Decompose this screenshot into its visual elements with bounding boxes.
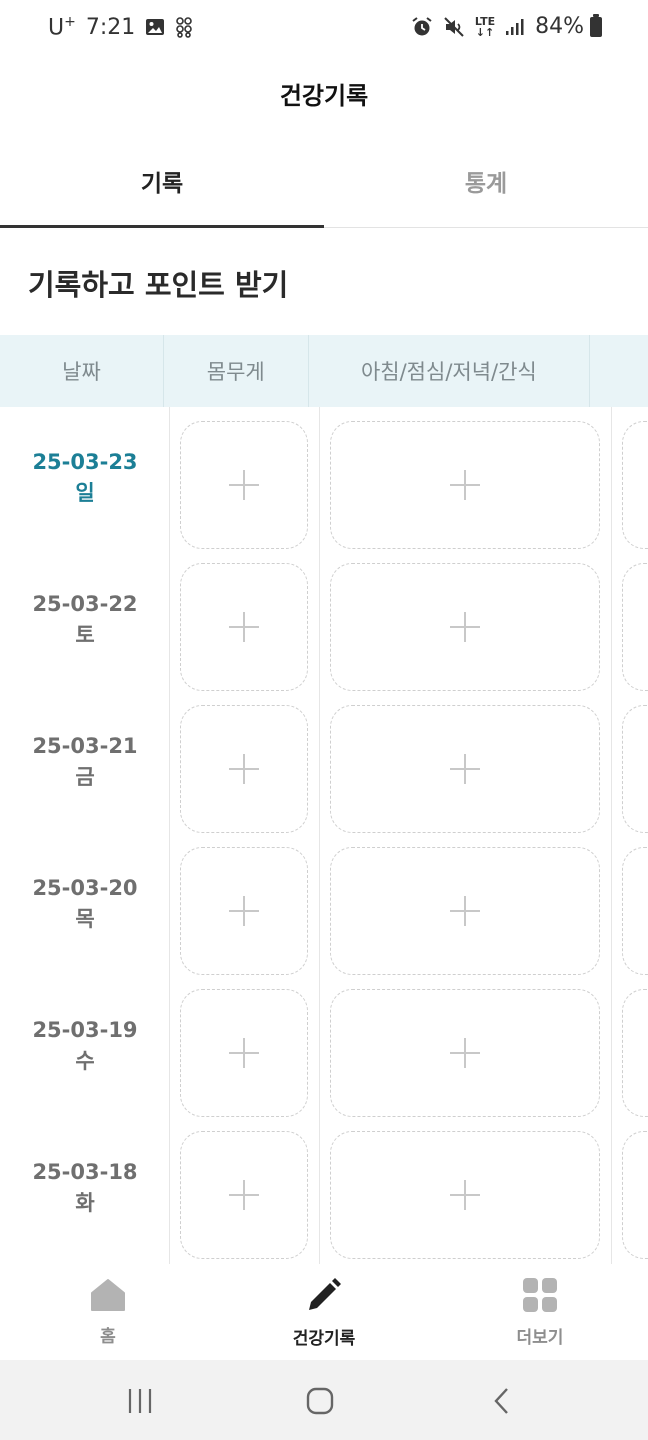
add-meal-button[interactable] <box>330 421 600 549</box>
add-weight-button[interactable] <box>180 421 308 549</box>
battery-icon <box>590 13 602 37</box>
date-cell: 25-03-18 화 <box>0 1117 170 1259</box>
weekday-label: 일 <box>75 481 95 505</box>
system-navigation-bar <box>0 1360 648 1440</box>
date-label: 25-03-20 <box>32 876 138 900</box>
record-table: 날짜 몸무게 아침/점심/저녁/간식 25-03-23 일 25-03-22 토 <box>0 335 648 1265</box>
date-cell: 25-03-19 수 <box>0 975 170 1117</box>
add-meal-button[interactable] <box>330 563 600 691</box>
home-icon <box>90 1278 126 1316</box>
recent-apps-button[interactable] <box>120 1386 160 1416</box>
weekday-label: 화 <box>75 1191 95 1215</box>
nav-more[interactable]: 더보기 <box>432 1264 648 1360</box>
add-extra-button[interactable] <box>622 989 648 1117</box>
status-left: U+ 7:21 <box>48 14 195 40</box>
status-bar: U+ 7:21 LTE ↓↑ 84% <box>0 0 648 56</box>
add-extra-button[interactable] <box>622 1131 648 1259</box>
add-weight-button[interactable] <box>180 705 308 833</box>
date-cell: 25-03-20 목 <box>0 833 170 975</box>
section-title: 기록하고 포인트 받기 <box>28 268 289 302</box>
header-meals: 아침/점심/저녁/간식 <box>309 335 591 407</box>
header-date: 날짜 <box>0 335 164 407</box>
add-meal-button[interactable] <box>330 1131 600 1259</box>
add-extra-button[interactable] <box>622 847 648 975</box>
weekday-label: 금 <box>75 765 95 789</box>
signal-icon <box>505 18 525 36</box>
table-row: 25-03-19 수 <box>0 975 648 1117</box>
plus-icon <box>229 1180 259 1210</box>
pencil-icon <box>305 1276 343 1318</box>
add-weight-button[interactable] <box>180 989 308 1117</box>
add-meal-button[interactable] <box>330 989 600 1117</box>
mute-icon <box>443 16 465 38</box>
plus-icon <box>450 470 480 500</box>
status-right: LTE ↓↑ 84% <box>411 13 602 39</box>
date-cell: 25-03-22 토 <box>0 549 170 691</box>
table-row: 25-03-21 금 <box>0 691 648 833</box>
table-row: 25-03-18 화 <box>0 1117 648 1259</box>
lte-icon: LTE ↓↑ <box>474 14 496 39</box>
battery-percent: 84% <box>535 14 584 39</box>
plus-icon <box>450 612 480 642</box>
plus-icon <box>229 754 259 784</box>
add-extra-button[interactable] <box>622 705 648 833</box>
weekday-label: 토 <box>75 623 95 647</box>
table-row: 25-03-20 목 <box>0 833 648 975</box>
carrier-label: U+ <box>48 14 76 41</box>
header-extra <box>590 335 648 407</box>
nav-home-label: 홈 <box>100 1326 116 1347</box>
weekday-label: 목 <box>75 907 95 931</box>
bottom-navigation: 홈 건강기록 더보기 <box>0 1264 648 1360</box>
tab-bar: 기록 통계 <box>0 140 648 228</box>
table-row: 25-03-23 일 <box>0 407 648 549</box>
tab-record[interactable]: 기록 <box>0 140 324 228</box>
nav-more-label: 더보기 <box>516 1327 564 1348</box>
plus-icon <box>229 612 259 642</box>
image-icon <box>145 17 165 37</box>
home-button[interactable] <box>300 1386 340 1416</box>
grid-icon <box>522 1277 558 1317</box>
plus-icon <box>229 470 259 500</box>
date-label: 25-03-18 <box>32 1160 138 1184</box>
nav-health-record[interactable]: 건강기록 <box>216 1264 432 1360</box>
nav-home[interactable]: 홈 <box>0 1264 216 1360</box>
plus-icon <box>450 896 480 926</box>
date-cell: 25-03-23 일 <box>0 407 170 549</box>
nav-health-record-label: 건강기록 <box>292 1328 356 1349</box>
table-header: 날짜 몸무게 아침/점심/저녁/간식 <box>0 335 648 407</box>
date-cell: 25-03-21 금 <box>0 691 170 833</box>
add-weight-button[interactable] <box>180 847 308 975</box>
plus-icon <box>229 1038 259 1068</box>
add-extra-button[interactable] <box>622 563 648 691</box>
plus-icon <box>229 896 259 926</box>
add-extra-button[interactable] <box>622 421 648 549</box>
date-label: 25-03-23 <box>32 450 138 474</box>
header-weight: 몸무게 <box>164 335 309 407</box>
add-meal-button[interactable] <box>330 847 600 975</box>
weekday-label: 수 <box>75 1049 95 1073</box>
app-notification-icon <box>175 16 195 38</box>
page-title: 건강기록 <box>279 82 369 110</box>
table-row: 25-03-22 토 <box>0 549 648 691</box>
date-label: 25-03-19 <box>32 1018 138 1042</box>
back-button[interactable] <box>482 1386 522 1416</box>
alarm-icon <box>411 16 433 38</box>
date-label: 25-03-21 <box>32 734 138 758</box>
tab-statistics[interactable]: 통계 <box>324 140 648 227</box>
plus-icon <box>450 754 480 784</box>
add-meal-button[interactable] <box>330 705 600 833</box>
add-weight-button[interactable] <box>180 563 308 691</box>
plus-icon <box>450 1180 480 1210</box>
status-time: 7:21 <box>85 14 136 40</box>
add-weight-button[interactable] <box>180 1131 308 1259</box>
date-label: 25-03-22 <box>32 592 138 616</box>
plus-icon <box>450 1038 480 1068</box>
